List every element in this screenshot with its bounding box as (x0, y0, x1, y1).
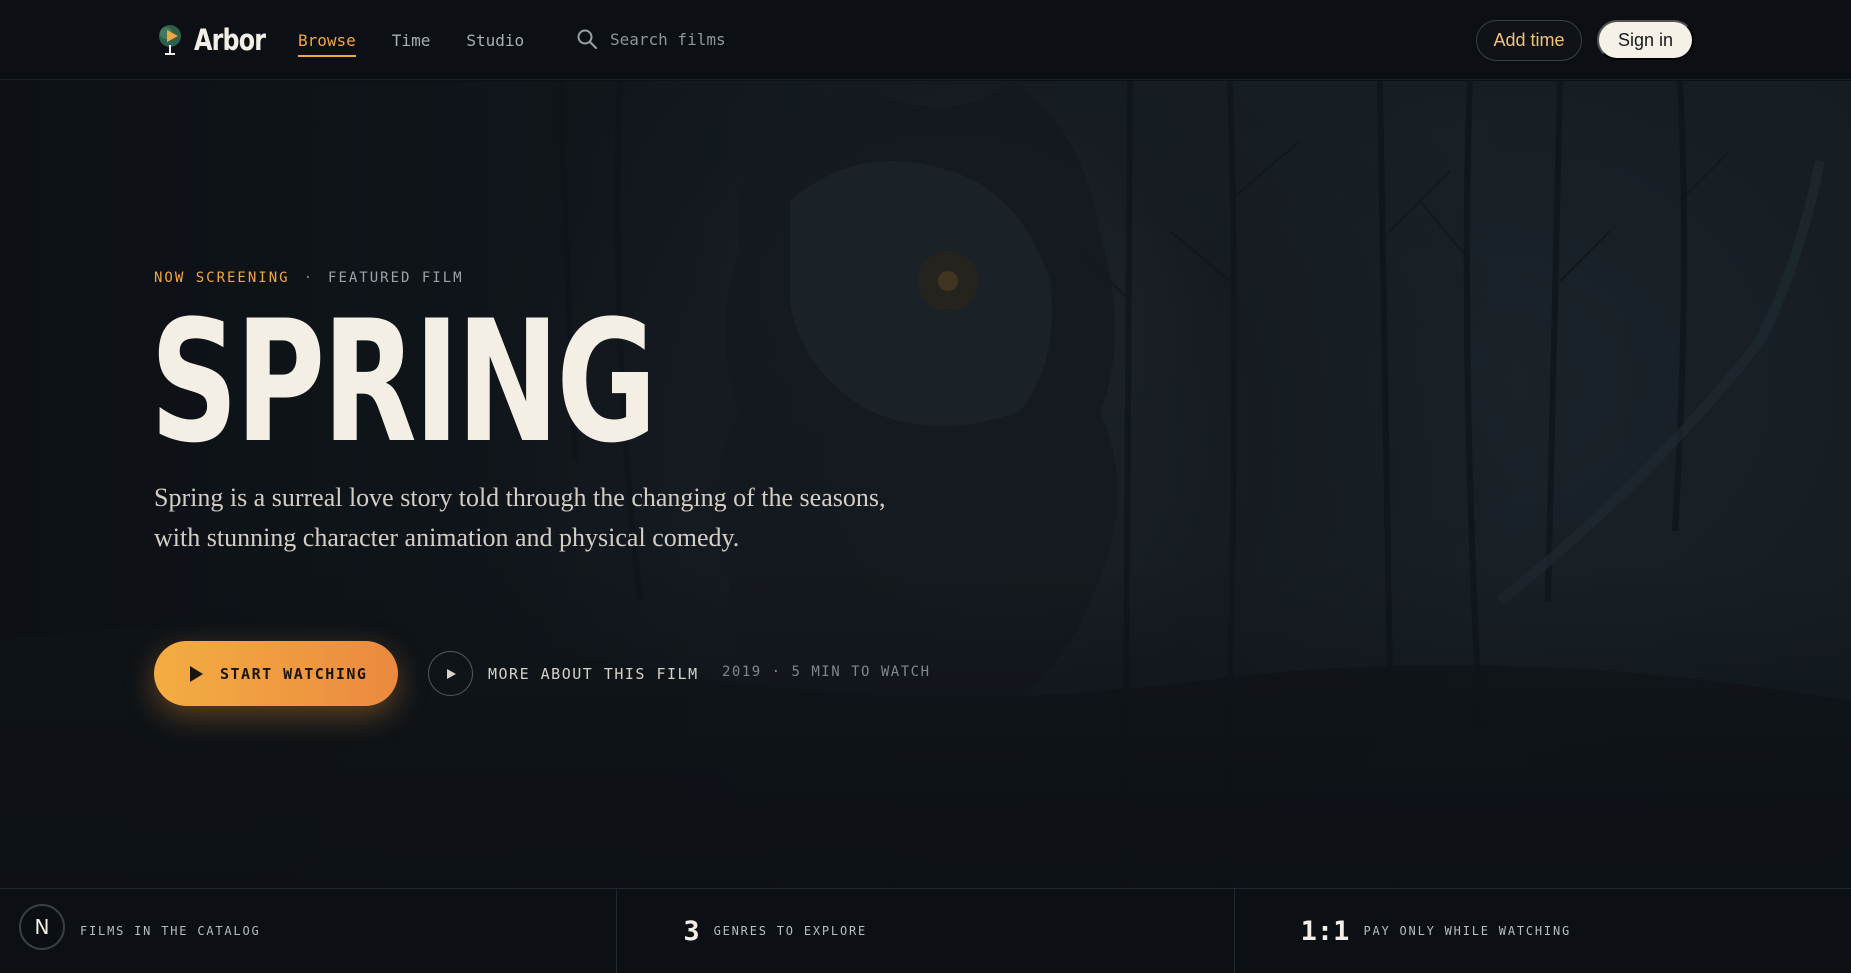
sign-in-button[interactable]: Sign in (1597, 20, 1694, 60)
start-watching-label: START WATCHING (220, 664, 368, 683)
stat-films-label: FILMS IN THE CATALOG (80, 924, 261, 938)
add-time-button[interactable]: Add time (1476, 20, 1582, 61)
brand-name: Arbor (194, 23, 266, 57)
search-input[interactable] (610, 29, 810, 49)
stats-bar: FILMS IN THE CATALOG 3 GENRES TO EXPLORE… (0, 888, 1851, 973)
start-watching-button[interactable]: START WATCHING (154, 641, 398, 706)
film-description: Spring is a surreal love story told thro… (154, 483, 886, 552)
main-nav: Browse Time Studio (298, 0, 560, 80)
nav-time[interactable]: Time (392, 31, 431, 50)
more-about-film-label: MORE ABOUT THIS FILM (488, 664, 699, 683)
stat-pricing: 1:1 PAY ONLY WHILE WATCHING (1235, 889, 1851, 973)
stat-pricing-label: PAY ONLY WHILE WATCHING (1363, 924, 1572, 938)
nav-studio[interactable]: Studio (466, 31, 524, 50)
nav-browse[interactable]: Browse (298, 31, 356, 57)
stat-films: FILMS IN THE CATALOG (0, 889, 618, 973)
film-title: SPRING (150, 284, 657, 480)
search-bar (576, 28, 810, 50)
arbor-logo-icon (159, 25, 181, 55)
stat-pricing-number: 1:1 (1300, 915, 1350, 947)
stat-genres-number: 3 (683, 915, 700, 947)
dev-tools-badge[interactable]: N (19, 904, 65, 950)
top-nav-bar: Arbor Browse Time Studio Add time Sign i… (0, 0, 1851, 80)
play-circle-icon (428, 651, 473, 696)
stat-genres: 3 GENRES TO EXPLORE (617, 889, 1235, 973)
more-about-film-button[interactable]: MORE ABOUT THIS FILM (428, 651, 699, 696)
brand-logo[interactable]: Arbor (156, 23, 281, 57)
search-icon[interactable] (576, 28, 598, 50)
stat-genres-label: GENRES TO EXPLORE (713, 924, 868, 938)
film-meta: 2019 · 5 MIN TO WATCH (722, 664, 931, 680)
play-icon (190, 665, 203, 682)
